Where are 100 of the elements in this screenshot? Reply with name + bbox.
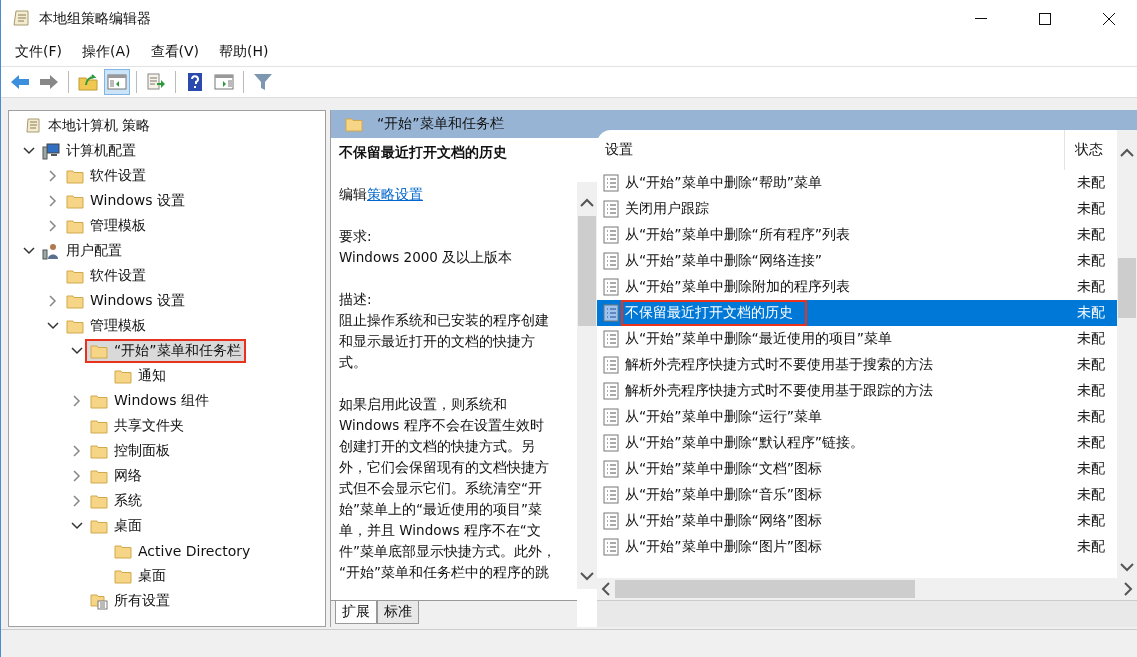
- policy-row[interactable]: 从“开始”菜单中删除“默认程序”链接。 未配: [597, 430, 1117, 456]
- document-icon: [603, 408, 619, 426]
- tree-item[interactable]: 本地计算机 策略: [21, 115, 154, 136]
- tree-item[interactable]: 通知: [111, 365, 169, 386]
- chevron-down-icon[interactable]: [71, 521, 83, 530]
- tree-item[interactable]: 桌面: [87, 515, 145, 536]
- policy-state: 未配: [1076, 330, 1106, 348]
- tree-item[interactable]: 桌面: [111, 565, 169, 586]
- description-line: 外，它们会保留现有的文档快捷方: [339, 458, 550, 477]
- folder-icon: [66, 217, 84, 234]
- policy-row[interactable]: 不保留最近打开文档的历史 未配: [597, 300, 1117, 326]
- chevron-down-icon[interactable]: [71, 346, 83, 355]
- tree-item[interactable]: Windows 设置: [63, 190, 188, 211]
- policy-row[interactable]: 从“开始”菜单中删除“帮助”菜单 未配: [597, 170, 1117, 196]
- policy-row[interactable]: 关闭用户跟踪 未配: [597, 196, 1117, 222]
- scroll-thumb[interactable]: [578, 216, 596, 326]
- policy-row[interactable]: 从“开始”菜单中删除“文档”图标 未配: [597, 456, 1117, 482]
- back-arrow-icon: [10, 73, 30, 91]
- scroll-left-icon[interactable]: [601, 582, 611, 596]
- scroll-up-icon[interactable]: [580, 198, 594, 208]
- tree-item[interactable]: “开始”菜单和任务栏: [87, 340, 244, 361]
- scrollbar[interactable]: [577, 182, 597, 589]
- tree-item[interactable]: 共享文件夹: [87, 415, 187, 436]
- tree-pane-icon: [107, 73, 127, 91]
- policy-settings-link[interactable]: 策略设置: [367, 186, 423, 202]
- column-header[interactable]: 状态: [1065, 141, 1117, 159]
- column-header[interactable]: 设置: [605, 141, 633, 159]
- policy-row[interactable]: 从“开始”菜单中删除“所有程序”列表 未配: [597, 222, 1117, 248]
- policy-name: 从“开始”菜单中删除“最近使用的项目”菜单: [624, 329, 893, 348]
- policy-row[interactable]: 从“开始”菜单中删除“网络”图标 未配: [597, 508, 1117, 534]
- tree-item[interactable]: Active Directory: [111, 541, 254, 560]
- policy-row[interactable]: 从“开始”菜单中删除附加的程序列表 未配: [597, 274, 1117, 300]
- policy-state: 未配: [1076, 356, 1106, 374]
- tree-pane-button[interactable]: [104, 69, 130, 95]
- scrollbar[interactable]: [597, 578, 1137, 600]
- chevron-right-icon[interactable]: [49, 194, 57, 207]
- chevron-right-icon[interactable]: [73, 444, 81, 457]
- tree-item[interactable]: 软件设置: [63, 165, 149, 186]
- tree-item[interactable]: 管理模板: [63, 215, 149, 236]
- chevron-right-icon[interactable]: [73, 469, 81, 482]
- policy-row[interactable]: 从“开始”菜单中删除“运行”菜单 未配: [597, 404, 1117, 430]
- description-line: 始”菜单上的“最近使用的项目”菜: [339, 500, 543, 519]
- view-tab[interactable]: 标准: [377, 601, 419, 624]
- policy-row[interactable]: 解析外壳程序快捷方式时不要使用基于搜索的方法 未配: [597, 352, 1117, 378]
- menu-item[interactable]: 操作(A): [74, 41, 139, 63]
- scroll-down-icon[interactable]: [580, 571, 594, 581]
- view-tab[interactable]: 扩展: [335, 601, 377, 624]
- scroll-up-icon[interactable]: [1120, 148, 1134, 158]
- document-icon: [603, 486, 619, 504]
- folder-icon: [90, 492, 108, 509]
- chevron-right-icon[interactable]: [73, 394, 81, 407]
- policy-row[interactable]: 从“开始”菜单中删除“图片”图标 未配: [597, 534, 1117, 560]
- tree-item[interactable]: 计算机配置: [39, 140, 139, 161]
- document-icon: [603, 538, 619, 556]
- policy-name: 从“开始”菜单中删除“网络”图标: [624, 511, 823, 530]
- scroll-thumb[interactable]: [615, 580, 915, 598]
- chevron-right-icon[interactable]: [49, 294, 57, 307]
- chevron-down-icon[interactable]: [23, 246, 35, 255]
- description-line: 式但不会显示它们。系统清空“开: [339, 479, 543, 498]
- tree-item[interactable]: 用户配置: [39, 240, 125, 261]
- document-icon: [603, 174, 619, 192]
- tree-item[interactable]: Windows 设置: [63, 290, 188, 311]
- tree-item[interactable]: 管理模板: [63, 315, 149, 336]
- policy-row[interactable]: 解析外壳程序快捷方式时不要使用基于跟踪的方法 未配: [597, 378, 1117, 404]
- policy-name: 从“开始”菜单中删除“图片”图标: [624, 537, 823, 556]
- policy-name: 解析外壳程序快捷方式时不要使用基于搜索的方法: [624, 355, 934, 374]
- tree-item[interactable]: 网络: [87, 465, 145, 486]
- chevron-right-icon[interactable]: [49, 169, 57, 182]
- policy-row[interactable]: 从“开始”菜单中删除“最近使用的项目”菜单 未配: [597, 326, 1117, 352]
- scroll-thumb[interactable]: [1118, 258, 1136, 318]
- chevron-down-icon[interactable]: [23, 146, 35, 155]
- menu-item[interactable]: 帮助(H): [211, 41, 277, 63]
- folder-icon: [345, 116, 363, 132]
- document-icon: [603, 460, 619, 478]
- policy-name: 从“开始”菜单中删除“运行”菜单: [624, 407, 823, 426]
- policy-name: 从“开始”菜单中删除“帮助”菜单: [624, 173, 823, 192]
- policy-state: 未配: [1076, 486, 1106, 504]
- policy-state: 未配: [1076, 460, 1106, 478]
- menu-item[interactable]: 文件(F): [7, 41, 70, 63]
- policy-name: 从“开始”菜单中删除“音乐”图标: [624, 485, 823, 504]
- tree-item[interactable]: 控制面板: [87, 440, 173, 461]
- policy-row[interactable]: 从“开始”菜单中删除“网络连接” 未配: [597, 248, 1117, 274]
- folder-icon: [90, 417, 108, 434]
- tree-item[interactable]: 所有设置: [87, 590, 173, 611]
- chevron-down-icon[interactable]: [47, 321, 59, 330]
- policy-row[interactable]: 从“开始”菜单中删除“音乐”图标 未配: [597, 482, 1117, 508]
- tree-item[interactable]: 软件设置: [63, 265, 149, 286]
- requirements-label: 要求:: [339, 227, 373, 246]
- scroll-right-icon[interactable]: [1123, 582, 1133, 596]
- tree-item[interactable]: 系统: [87, 490, 145, 511]
- edit-label: 编辑: [339, 186, 367, 202]
- side-pane-icon: [214, 73, 234, 91]
- tree-item[interactable]: Windows 组件: [87, 390, 212, 411]
- menu-item[interactable]: 查看(V): [142, 41, 207, 63]
- chevron-right-icon[interactable]: [73, 494, 81, 507]
- settings-folder-icon: [90, 591, 108, 610]
- chevron-right-icon[interactable]: [49, 219, 57, 232]
- policy-state: 未配: [1076, 252, 1106, 270]
- scrollbar[interactable]: [1117, 130, 1137, 578]
- scroll-down-icon[interactable]: [1120, 562, 1134, 572]
